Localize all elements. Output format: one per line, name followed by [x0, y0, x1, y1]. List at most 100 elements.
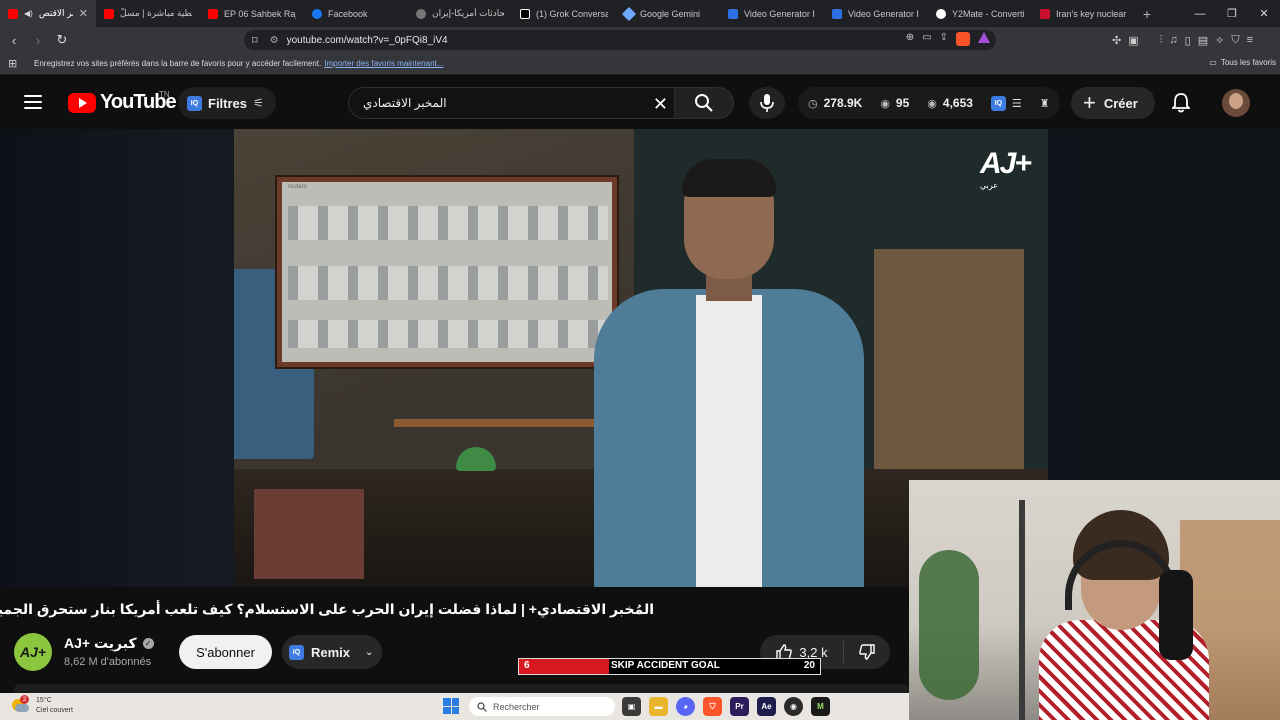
cast-icon[interactable]: ▭: [922, 32, 931, 46]
filters-button[interactable]: IQ Filtres ⚟: [178, 87, 276, 119]
site-settings-icon[interactable]: ⚙: [270, 35, 279, 46]
bell-icon: [1170, 93, 1192, 113]
search-input[interactable]: المخبر الاقتصادي ✕: [348, 87, 684, 119]
sidebar-icon[interactable]: ▯: [1185, 34, 1191, 47]
task-view-icon[interactable]: ▣: [622, 697, 641, 716]
taskbar-search[interactable]: Rechercher: [469, 697, 615, 716]
tab-item[interactable]: Facebook: [304, 0, 408, 27]
speaker-icon[interactable]: ◀): [24, 9, 33, 18]
tab-item[interactable]: تغطية مباشرة | مسلّ: [96, 0, 200, 27]
after-effects-icon[interactable]: Ae: [757, 697, 776, 716]
new-tab-button[interactable]: +: [1136, 6, 1158, 22]
notifications-button[interactable]: [1170, 93, 1192, 118]
import-bookmarks-link[interactable]: Importer des favoris maintenant...: [324, 59, 443, 68]
facebook-favicon-icon: [312, 8, 322, 19]
capcut-icon[interactable]: M: [811, 697, 830, 716]
brave-shield-icon[interactable]: [956, 32, 970, 46]
search-query: المخبر الاقتصادي: [363, 96, 447, 110]
equalizer-icon[interactable]: ⫶: [1160, 34, 1163, 47]
omnibox[interactable]: ⌑ ⚙ youtube.com/watch?v=_0pFQi8_iV4 ⊕ ▭ …: [244, 30, 996, 50]
list-icon[interactable]: ☰: [1012, 97, 1022, 110]
tab-active[interactable]: ◀) المُخبر الاقتص ✕: [0, 0, 96, 27]
bookmarks-bar: ⊞ Enregistrez vos sites préférés dans la…: [0, 53, 1280, 75]
obs-icon[interactable]: ◉: [784, 697, 803, 716]
tab-item[interactable]: Google Gemini: [616, 0, 720, 27]
youtube-favicon-icon: [104, 8, 114, 19]
create-button[interactable]: + Créer: [1071, 87, 1155, 119]
screenshot-icon[interactable]: ▣: [1128, 34, 1138, 47]
trophy-icon[interactable]: ♜: [1040, 97, 1050, 110]
omnibox-actions: ⊕ ▭ ⇪: [906, 32, 990, 46]
video-stats-widget[interactable]: ◷ 278.9K ◉ 95 ◉ 4,653 IQ ☰ ♜: [798, 87, 1060, 119]
close-tab-icon[interactable]: ✕: [79, 7, 88, 20]
minimize-icon[interactable]: —: [1184, 0, 1216, 27]
subscribe-button[interactable]: S'abonner: [179, 635, 272, 669]
apps-grid-icon[interactable]: ⊞: [8, 57, 22, 70]
tab-item[interactable]: Iran's key nuclear si: [1032, 0, 1136, 27]
notification-badge: 2: [20, 695, 29, 704]
channel-name[interactable]: AJ+ كبريت: [64, 635, 137, 652]
extensions-area: ✣ ▣ ⫶ ♫ ▯ ▤ ✧ ⛉ ≡: [1112, 27, 1253, 53]
forward-icon[interactable]: ›: [28, 27, 48, 53]
tab-label: Google Gemini: [640, 8, 701, 19]
discord-icon[interactable]: ◕: [676, 697, 695, 716]
leo-icon[interactable]: ✧: [1215, 34, 1224, 47]
tab-item[interactable]: EP 06 Sahbek Rajel: [200, 0, 304, 27]
iq-badge-icon[interactable]: IQ: [990, 95, 1006, 111]
watching-count: 95: [895, 96, 910, 110]
voice-search-button[interactable]: [749, 87, 785, 119]
dislike-button[interactable]: [844, 643, 890, 661]
description-box[interactable]: [14, 684, 909, 693]
weather-widget[interactable]: 2 15°C Ciel couvert: [12, 695, 73, 716]
tab-item[interactable]: Y2Mate - Convertis: [928, 0, 1032, 27]
channel-avatar[interactable]: AJ+: [14, 633, 52, 671]
presenter: [564, 159, 884, 587]
close-window-icon[interactable]: ✕: [1248, 0, 1280, 27]
premiere-icon[interactable]: Pr: [730, 697, 749, 716]
extensions-icon[interactable]: ✣: [1112, 34, 1121, 47]
taskbar: 2 15°C Ciel couvert Rechercher ▣ ▬ ◕ ⛉ P…: [0, 693, 909, 720]
reload-icon[interactable]: ↻: [52, 27, 72, 53]
vpn-icon[interactable]: ⛉: [1231, 34, 1239, 47]
music-icon[interactable]: ♫: [1169, 34, 1177, 46]
hamburger-menu-icon[interactable]: [24, 95, 42, 109]
share-icon[interactable]: ⇪: [940, 32, 948, 46]
back-icon[interactable]: ‹: [4, 27, 24, 53]
plant: [919, 550, 979, 700]
tab-bar: ◀) المُخبر الاقتص ✕ تغطية مباشرة | مسلّ …: [0, 0, 1280, 27]
tab-label: Y2Mate - Convertis: [952, 8, 1024, 19]
wallet-icon[interactable]: ▤: [1198, 34, 1208, 47]
clear-search-icon[interactable]: ✕: [653, 94, 668, 115]
search-button[interactable]: [674, 87, 734, 119]
account-avatar[interactable]: [1222, 89, 1250, 117]
remix-button[interactable]: IQ Remix ⌄: [282, 635, 382, 669]
tab-item[interactable]: محادثات أمريكا-إيران: [408, 0, 512, 27]
brave-browser-icon[interactable]: ⛉: [703, 697, 722, 716]
zoom-icon[interactable]: ⊕: [906, 32, 914, 46]
taskbar-apps: ▣ ▬ ◕ ⛉ Pr Ae ◉ M: [622, 697, 830, 716]
remix-label: Remix: [311, 644, 351, 660]
building-row: [288, 206, 608, 240]
url-text[interactable]: youtube.com/watch?v=_0pFQi8_iV4: [287, 35, 448, 46]
tab-item[interactable]: (1) Grok Conversati: [512, 0, 616, 27]
screen: ◀) المُخبر الاقتص ✕ تغطية مباشرة | مسلّ …: [0, 0, 1280, 720]
windows-start-icon[interactable]: [443, 698, 459, 714]
bookmark-icon[interactable]: ⌑: [252, 34, 258, 47]
skip-goal-bar: 6 SKIP ACCIDENT GOAL 20: [518, 658, 821, 675]
tab-label: EP 06 Sahbek Rajel: [224, 8, 296, 19]
all-bookmarks-button[interactable]: ▭ Tous les favoris: [1209, 58, 1276, 67]
brave-rewards-icon[interactable]: [978, 32, 990, 43]
tab-item[interactable]: Video Generator I Fr: [720, 0, 824, 27]
maximize-icon[interactable]: ❐: [1216, 0, 1248, 27]
filters-label: Filtres: [208, 95, 248, 111]
file-explorer-icon[interactable]: ▬: [649, 697, 668, 716]
search-icon: [695, 94, 713, 112]
subscriber-count: 8,62 M d'abonnés: [64, 656, 152, 668]
channel-name-row[interactable]: AJ+ كبريت ✓: [64, 635, 154, 652]
youtube-header: YouTube IQ Filtres ⚟ المخبر الاقتصادي ✕ …: [0, 77, 1280, 129]
menu-icon[interactable]: ≡: [1247, 34, 1253, 46]
tab-item[interactable]: Video Generator I Fr: [824, 0, 928, 27]
video-generator-favicon-icon: [728, 8, 738, 19]
weather-icon: 2: [12, 695, 30, 715]
video-generator-favicon-icon: [832, 8, 842, 19]
